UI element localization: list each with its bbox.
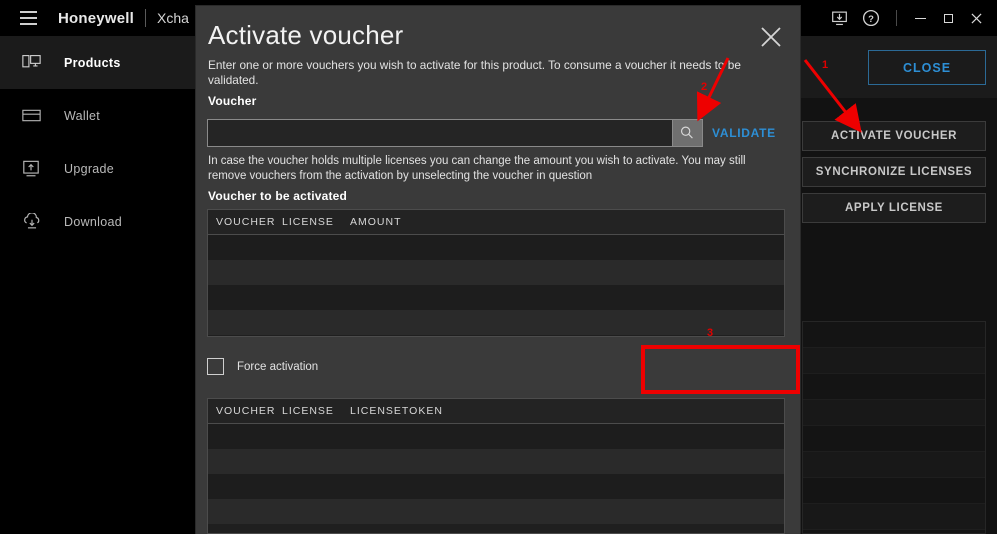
minimize-button[interactable] bbox=[907, 0, 933, 36]
table-header-row: VOUCHER LICENSE LICENSETOKEN bbox=[208, 399, 784, 424]
sidebar-item-label: Products bbox=[64, 55, 121, 70]
svg-text:?: ? bbox=[868, 14, 874, 25]
table-row[interactable] bbox=[208, 310, 784, 335]
help-circle-icon[interactable]: ? bbox=[856, 0, 886, 36]
dialog-description-secondary: In case the voucher holds multiple licen… bbox=[208, 155, 746, 182]
wallet-icon bbox=[22, 108, 52, 123]
column-header-voucher: VOUCHER bbox=[216, 405, 276, 417]
voucher-field-label: Voucher bbox=[208, 94, 257, 108]
sidebar-item-upgrade[interactable]: Upgrade bbox=[0, 142, 196, 195]
voucher-input[interactable] bbox=[207, 119, 672, 147]
table-row[interactable] bbox=[208, 499, 784, 524]
dialog-close-icon[interactable] bbox=[752, 18, 790, 56]
application-window: Honeywell Xcha ? Products Wallet Upgrade… bbox=[0, 0, 997, 534]
force-activation-row: Force activation bbox=[207, 358, 318, 375]
table-header-row: VOUCHER LICENSE AMOUNT bbox=[208, 210, 784, 235]
table-row[interactable] bbox=[208, 260, 784, 285]
validate-button[interactable]: VALIDATE bbox=[703, 119, 785, 147]
background-row bbox=[803, 478, 985, 504]
sidebar-item-label: Download bbox=[64, 214, 122, 229]
title-bar-right-controls: ? bbox=[824, 0, 997, 36]
dialog-title: Activate voucher bbox=[208, 20, 404, 50]
background-row bbox=[803, 374, 985, 400]
app-name-label: Xcha bbox=[157, 10, 189, 26]
column-header-voucher: VOUCHER bbox=[216, 216, 276, 228]
table-row[interactable] bbox=[208, 424, 784, 449]
sidebar-item-products[interactable]: Products bbox=[0, 36, 196, 89]
voucher-to-be-activated-label: Voucher to be activated bbox=[208, 189, 348, 203]
table-row[interactable] bbox=[208, 449, 784, 474]
column-header-amount: AMOUNT bbox=[350, 216, 402, 228]
hamburger-menu-icon[interactable] bbox=[0, 0, 56, 36]
download-cloud-icon bbox=[22, 212, 52, 231]
background-row bbox=[803, 348, 985, 374]
background-row bbox=[803, 504, 985, 530]
sidebar-item-wallet[interactable]: Wallet bbox=[0, 89, 196, 142]
products-icon bbox=[22, 54, 52, 71]
table-row[interactable] bbox=[208, 235, 784, 260]
activated-licenses-table: VOUCHER LICENSE LICENSETOKEN bbox=[207, 398, 785, 534]
force-activation-checkbox[interactable] bbox=[207, 358, 224, 375]
background-row bbox=[803, 452, 985, 478]
sidebar-item-label: Upgrade bbox=[64, 161, 115, 176]
table-row[interactable] bbox=[208, 285, 784, 310]
force-activation-label: Force activation bbox=[237, 360, 319, 373]
brand-label: Honeywell bbox=[58, 9, 134, 27]
monitor-download-icon[interactable] bbox=[824, 0, 854, 36]
window-controls-divider bbox=[896, 10, 897, 26]
column-header-license: LICENSE bbox=[282, 216, 334, 228]
dialog-description: Enter one or more vouchers you wish to a… bbox=[208, 58, 741, 87]
voucher-to-be-activated-table: VOUCHER LICENSE AMOUNT bbox=[207, 209, 785, 337]
close-window-button[interactable] bbox=[963, 0, 989, 36]
background-license-panel bbox=[802, 321, 986, 534]
synchronize-licenses-button[interactable]: SYNCHRONIZE LICENSES bbox=[802, 157, 986, 187]
sidebar: Products Wallet Upgrade Download bbox=[0, 36, 196, 534]
background-row bbox=[803, 400, 985, 426]
maximize-button[interactable] bbox=[935, 0, 961, 36]
brand-divider bbox=[145, 9, 146, 27]
column-header-license: LICENSE bbox=[282, 405, 334, 417]
table-row[interactable] bbox=[208, 474, 784, 499]
column-header-licensetoken: LICENSETOKEN bbox=[350, 405, 443, 417]
apply-license-button[interactable]: APPLY LICENSE bbox=[802, 193, 986, 223]
background-row bbox=[803, 426, 985, 452]
upgrade-icon bbox=[22, 160, 52, 178]
sidebar-item-label: Wallet bbox=[64, 108, 101, 123]
activate-voucher-dialog: Activate voucher Enter one or more vouch… bbox=[196, 6, 800, 534]
activate-voucher-button[interactable]: ACTIVATE VOUCHER bbox=[802, 121, 986, 151]
background-row bbox=[803, 322, 985, 348]
close-button[interactable]: CLOSE bbox=[868, 50, 986, 85]
sidebar-item-download[interactable]: Download bbox=[0, 195, 196, 248]
voucher-input-row: VALIDATE bbox=[207, 119, 785, 147]
search-icon-button[interactable] bbox=[671, 119, 703, 147]
